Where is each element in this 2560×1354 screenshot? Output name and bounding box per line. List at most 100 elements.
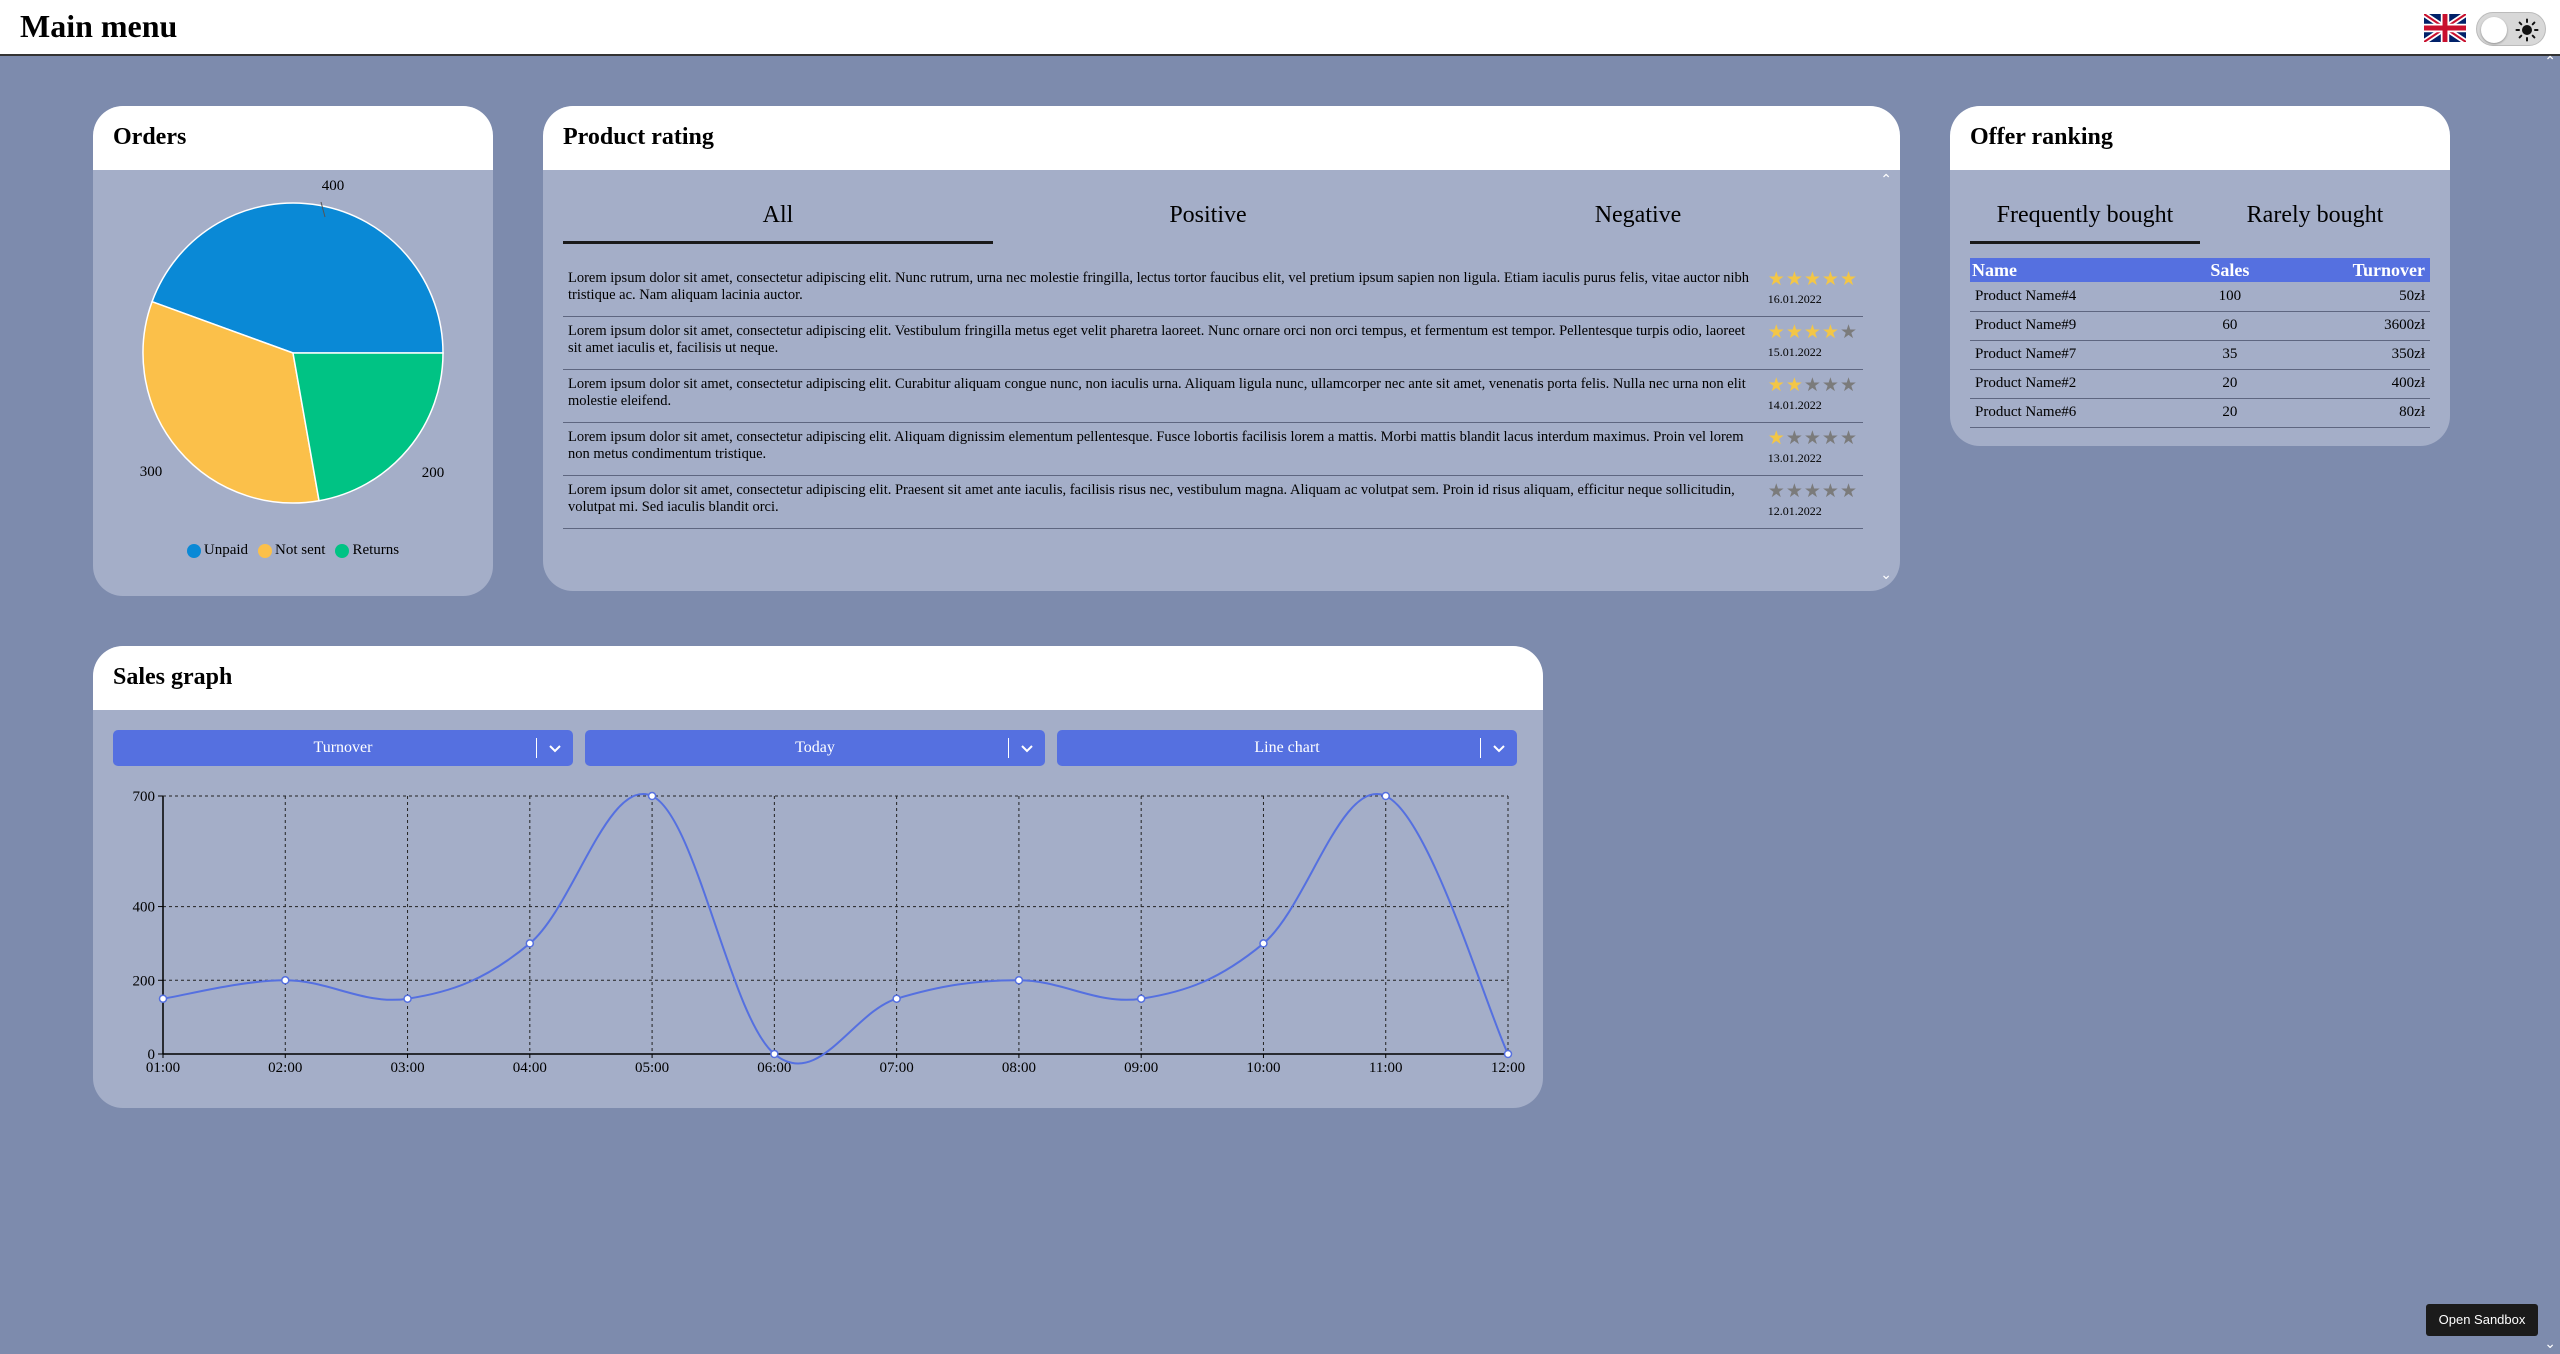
review-text: Lorem ipsum dolor sit amet, consectetur … <box>568 429 1744 462</box>
pie-value-label: 300 <box>140 464 163 480</box>
review-date: 13.01.2022 <box>1767 451 1822 465</box>
star-icon: ★ <box>1767 428 1786 449</box>
star-icon: ★ <box>1839 481 1858 502</box>
table-row[interactable]: Product Name#9 60 3600zł <box>1970 311 2430 341</box>
star-icon: ★ <box>1821 428 1840 449</box>
data-point[interactable] <box>158 994 168 1003</box>
chevron-down-icon <box>549 745 561 753</box>
table-row[interactable]: Product Name#7 35 350zł <box>1970 340 2430 370</box>
turnover-cell: 350zł <box>2270 340 2430 370</box>
data-point[interactable] <box>892 994 901 1003</box>
review-meta: ★★★★★ 12.01.2022 <box>1768 482 1858 528</box>
data-point[interactable] <box>647 791 657 801</box>
star-rating: ★★★★★ <box>1768 270 1858 290</box>
data-point[interactable] <box>770 1049 779 1059</box>
legend-item[interactable]: Unpaid <box>186 542 248 559</box>
tab-frequently-bought[interactable]: Frequently bought <box>1970 196 2200 244</box>
metric-select[interactable]: Turnover <box>113 730 573 766</box>
star-icon: ★ <box>1821 269 1840 290</box>
top-bar: Main menu <box>0 0 2560 56</box>
tab-negative[interactable]: Negative <box>1423 196 1853 244</box>
star-icon: ★ <box>1785 322 1804 343</box>
star-icon: ★ <box>1767 269 1786 290</box>
turnover-cell: 50zł <box>2270 282 2430 312</box>
data-point[interactable] <box>1136 994 1146 1003</box>
tab-all[interactable]: All <box>563 196 993 244</box>
star-icon: ★ <box>1839 428 1858 449</box>
product-name-cell: Product Name#2 <box>1970 369 2190 399</box>
table-row[interactable]: Product Name#6 20 80zł <box>1970 398 2430 428</box>
review-item: Lorem ipsum dolor sit amet, consectetur … <box>563 317 1863 370</box>
data-point[interactable] <box>525 939 535 948</box>
period-select-value: Today <box>795 739 835 756</box>
table-row[interactable]: Product Name#2 20 400zł <box>1970 369 2430 399</box>
ranking-tabs: Frequently bought Rarely bought <box>1970 196 2430 244</box>
review-item: Lorem ipsum dolor sit amet, consectetur … <box>563 264 1863 317</box>
sales-cell: 20 <box>2189 398 2271 428</box>
star-icon: ★ <box>1803 322 1822 343</box>
sales-cell: 20 <box>2189 369 2271 399</box>
review-text: Lorem ipsum dolor sit amet, consectetur … <box>568 270 1750 303</box>
page-scroll-down-icon[interactable]: ⌄ <box>2544 1336 2556 1352</box>
page-scroll-up-icon[interactable]: ⌃ <box>2544 54 2556 70</box>
legend-dot <box>258 543 273 558</box>
review-text: Lorem ipsum dolor sit amet, consectetur … <box>568 323 1746 356</box>
review-item: Lorem ipsum dolor sit amet, consectetur … <box>563 476 1863 529</box>
tab-rarely-bought[interactable]: Rarely bought <box>2200 196 2430 244</box>
orders-card: Orders 400 300 200 Unpaid Not sent Returns <box>93 106 493 596</box>
sales-line-chart: 01:00 02:00 03:00 04:00 05:00 06:00 07:00 08:00… <box>133 789 1526 1076</box>
x-tick-label: 05:00 <box>635 1060 669 1076</box>
review-date: 15.01.2022 <box>1767 345 1822 359</box>
tab-positive[interactable]: Positive <box>993 196 1423 244</box>
column-header-turnover: Turnover <box>2270 258 2430 282</box>
data-point[interactable] <box>281 976 290 985</box>
toggle-knob <box>2481 17 2507 43</box>
data-point[interactable] <box>1503 1049 1513 1059</box>
page-title: Main menu <box>20 8 178 44</box>
star-icon: ★ <box>1785 481 1804 502</box>
data-point[interactable] <box>1014 976 1024 985</box>
x-tick-label: 04:00 <box>513 1060 547 1076</box>
x-tick-label: 11:00 <box>1369 1060 1403 1076</box>
review-meta: ★★★★★ 14.01.2022 <box>1768 376 1858 422</box>
chart-grid <box>162 795 1509 1055</box>
rating-scroll-up-icon[interactable]: ⌃ <box>1880 172 1892 188</box>
star-icon: ★ <box>1803 428 1822 449</box>
uk-flag-icon[interactable] <box>2424 14 2466 42</box>
x-tick-label: 10:00 <box>1246 1060 1280 1076</box>
sales-cell: 60 <box>2189 311 2271 341</box>
y-tick-label: 0 <box>148 1047 156 1063</box>
star-icon: ★ <box>1821 322 1840 343</box>
period-select[interactable]: Today <box>585 730 1045 766</box>
column-header-name: Name <box>1970 258 2190 282</box>
review-date: 12.01.2022 <box>1767 504 1822 518</box>
legend-item[interactable]: Returns <box>335 542 399 559</box>
star-icon: ★ <box>1803 481 1822 502</box>
review-meta: ★★★★★ 16.01.2022 <box>1768 270 1858 316</box>
rating-tabs: All Positive Negative <box>563 196 1853 244</box>
theme-toggle[interactable] <box>2476 12 2546 46</box>
orders-legend: Unpaid Not sent Returns <box>93 542 493 559</box>
star-icon: ★ <box>1839 269 1858 290</box>
x-tick-label: 08:00 <box>1002 1060 1036 1076</box>
table-row[interactable]: Product Name#4 100 50zł <box>1970 282 2430 312</box>
star-icon: ★ <box>1767 322 1786 343</box>
data-point[interactable] <box>1381 791 1390 801</box>
legend-item[interactable]: Not sent <box>258 542 325 559</box>
data-point[interactable] <box>403 994 412 1003</box>
review-item: Lorem ipsum dolor sit amet, consectetur … <box>563 370 1863 423</box>
y-tick-label: 700 <box>133 789 156 805</box>
chart-type-select[interactable]: Line chart <box>1057 730 1517 766</box>
legend-dot <box>186 543 201 558</box>
ranking-title: Offer ranking <box>1950 106 2450 170</box>
product-name-cell: Product Name#7 <box>1970 340 2190 370</box>
chart-type-select-value: Line chart <box>1254 739 1320 756</box>
star-icon: ★ <box>1821 481 1840 502</box>
orders-title: Orders <box>93 106 493 170</box>
rating-scroll-down-icon[interactable]: ⌄ <box>1880 567 1892 583</box>
x-tick-label: 02:00 <box>268 1060 302 1076</box>
metric-select-value: Turnover <box>313 739 373 756</box>
data-point[interactable] <box>1259 939 1268 948</box>
pie-slice-returns[interactable] <box>292 352 444 502</box>
open-sandbox-button[interactable]: Open Sandbox <box>2426 1304 2538 1336</box>
